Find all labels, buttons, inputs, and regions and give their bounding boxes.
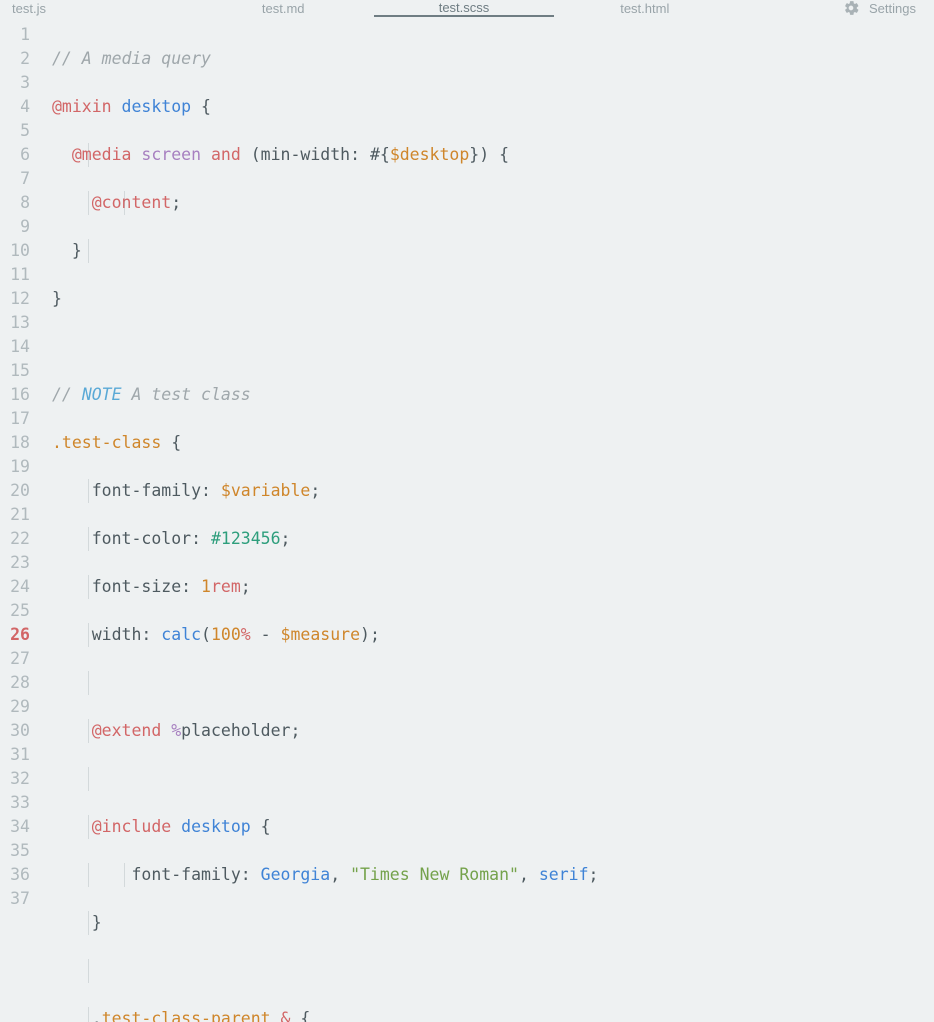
- code-token: desktop: [122, 97, 192, 116]
- code-token: rem: [211, 577, 241, 596]
- code-token: and: [211, 145, 241, 164]
- gear-icon: [843, 0, 859, 16]
- tab-label: test.md: [262, 1, 305, 16]
- code-token: .: [92, 1009, 102, 1022]
- code-token: -: [251, 625, 281, 644]
- tab-test-scss[interactable]: test.scss: [374, 0, 555, 17]
- code-token: font-family: [92, 481, 201, 500]
- tab-test-html[interactable]: test.html: [554, 0, 735, 17]
- code-token: @extend: [92, 721, 162, 740]
- code-token: }: [72, 241, 82, 260]
- code-token: {: [171, 433, 181, 452]
- code-token: placeholder: [181, 721, 290, 740]
- code-token: font-color: [92, 529, 191, 548]
- code-token: font-size: [92, 577, 181, 596]
- tab-test-md[interactable]: test.md: [193, 0, 374, 17]
- code-token: test-class-parent: [102, 1009, 271, 1022]
- editor[interactable]: 1234567891011121314151617181920212223242…: [0, 17, 934, 1022]
- code-token: // A media query: [52, 49, 211, 68]
- code-token: font-family: [131, 865, 240, 884]
- code-token: }: [469, 145, 479, 164]
- code-token: %: [241, 625, 251, 644]
- code-token: width: [92, 625, 142, 644]
- code-token: {: [300, 1009, 310, 1022]
- code-token: Georgia: [261, 865, 331, 884]
- code-token: $variable: [221, 481, 310, 500]
- tab-bar: test.js test.md test.scss test.html Sett…: [0, 0, 934, 17]
- code-token: desktop: [181, 817, 251, 836]
- tab-label: test.scss: [439, 0, 490, 15]
- code-token: ,: [519, 865, 539, 884]
- tab-label: test.html: [620, 1, 669, 16]
- code-token: screen: [141, 145, 201, 164]
- code-token: &: [281, 1009, 291, 1022]
- code-token: %: [171, 721, 181, 740]
- code-token: }: [52, 289, 62, 308]
- code-token: $measure: [281, 625, 360, 644]
- code-token: .test-class: [52, 433, 161, 452]
- code-token: serif: [539, 865, 589, 884]
- code-token: (: [201, 625, 211, 644]
- code-token: @content: [92, 193, 171, 212]
- tab-test-js[interactable]: test.js: [0, 0, 193, 17]
- code-token: {: [201, 97, 211, 116]
- code-token: A test class: [122, 385, 251, 404]
- code-token: @include: [92, 817, 171, 836]
- code-token: }: [92, 913, 102, 932]
- code-token: ): [360, 625, 370, 644]
- code-token: ;: [171, 193, 181, 212]
- code-token: "Times New Roman": [350, 865, 519, 884]
- code-area[interactable]: // A media query @mixin desktop { @media…: [40, 23, 934, 1022]
- code-token: $desktop: [390, 145, 469, 164]
- code-token: @media: [72, 145, 132, 164]
- code-token: 1: [201, 577, 211, 596]
- code-token: min-width: [261, 145, 350, 164]
- code-token: ): [479, 145, 489, 164]
- code-token: ,: [330, 865, 350, 884]
- settings-label: Settings: [869, 1, 916, 16]
- tab-settings[interactable]: Settings: [735, 0, 934, 17]
- code-token: (: [251, 145, 261, 164]
- code-token: {: [499, 145, 509, 164]
- code-token: {: [261, 817, 271, 836]
- code-token: @mixin: [52, 97, 112, 116]
- code-token: [271, 1009, 281, 1022]
- code-token: calc: [161, 625, 201, 644]
- code-token: NOTE: [82, 385, 122, 404]
- line-number-gutter: 1234567891011121314151617181920212223242…: [0, 23, 40, 1022]
- code-token: 100: [211, 625, 241, 644]
- code-token: //: [52, 385, 82, 404]
- tab-label: test.js: [12, 1, 46, 16]
- code-token: #{: [370, 145, 390, 164]
- code-token: :: [350, 145, 370, 164]
- code-token: #123456: [211, 529, 281, 548]
